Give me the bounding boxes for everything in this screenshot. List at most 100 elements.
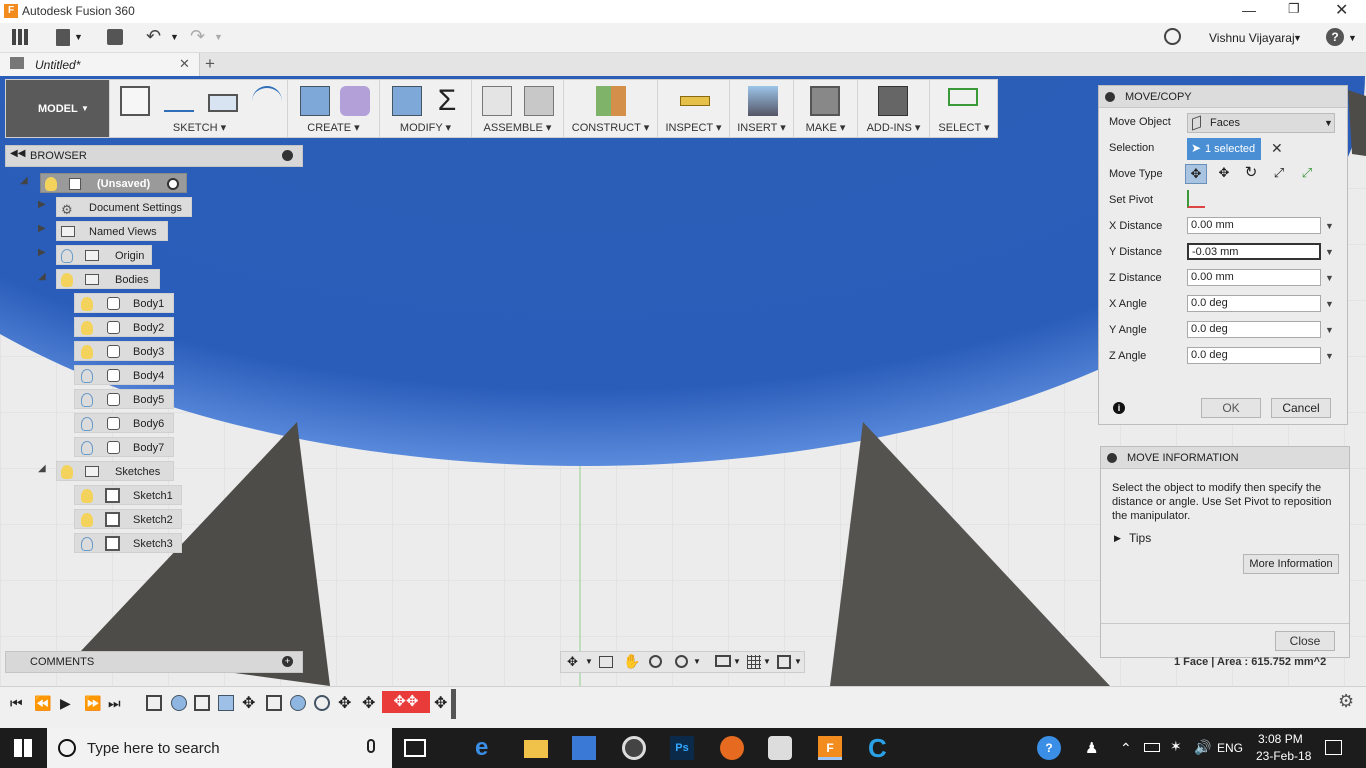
undo-icon[interactable]: ↶	[146, 26, 161, 47]
rectangle-tool-icon[interactable]	[208, 94, 238, 112]
point-to-position-move-type-icon[interactable]: ⤢	[1297, 164, 1317, 184]
go-to-end-icon[interactable]: ⏭	[108, 695, 121, 712]
z-distance-input[interactable]: 0.00 mm	[1187, 269, 1321, 286]
look-at-icon[interactable]	[599, 656, 613, 668]
document-settings-expand-icon[interactable]: ▶	[38, 199, 46, 210]
sketch-visibility-bulb-icon[interactable]	[81, 537, 93, 551]
tips-expand-icon[interactable]: ▶	[1114, 533, 1121, 544]
body-node[interactable]: Body5	[74, 389, 174, 409]
body-visibility-bulb-icon[interactable]	[81, 417, 93, 431]
modify-menu[interactable]: MODIFY ▾	[380, 121, 471, 134]
sketches-expand-icon[interactable]: ◢	[38, 463, 46, 474]
document-settings-node[interactable]: ⚙ Document Settings	[56, 197, 192, 217]
origin-visibility-bulb-icon[interactable]	[61, 249, 73, 263]
addins-menu[interactable]: ADD-INS ▾	[858, 121, 929, 134]
battery-tray-icon[interactable]	[1144, 743, 1160, 752]
body-visibility-bulb-icon[interactable]	[81, 393, 93, 407]
select-menu[interactable]: SELECT ▾	[930, 121, 998, 134]
body-visibility-bulb-icon[interactable]	[81, 369, 93, 383]
timeline-sketch-feature-icon[interactable]	[146, 695, 162, 711]
workspace-dropdown-icon[interactable]: ▼	[81, 104, 89, 113]
workspace-switcher[interactable]: MODEL ▼	[6, 80, 110, 137]
named-views-node[interactable]: Named Views	[56, 221, 168, 241]
extrude-icon[interactable]	[300, 86, 330, 116]
viewports-icon[interactable]	[777, 655, 791, 669]
move-object-select[interactable]: Faces ▼	[1187, 113, 1335, 133]
create-group[interactable]: CREATE ▾	[288, 80, 380, 137]
viewports-dropdown-icon[interactable]: ▼	[794, 657, 802, 666]
create-sketch-icon[interactable]	[120, 86, 150, 116]
comments-panel-header[interactable]: COMMENTS +	[5, 651, 303, 673]
move-copy-header[interactable]: MOVE/COPY	[1099, 86, 1347, 108]
camera-app-icon[interactable]	[622, 736, 646, 760]
free-move-type-icon[interactable]: ✥	[1185, 164, 1207, 184]
timeline-move-feature-error-icon[interactable]: ✥✥	[382, 691, 430, 713]
grid-settings-icon[interactable]	[747, 655, 761, 669]
user-name[interactable]: Vishnu Vijayaraj	[1209, 31, 1295, 45]
timeline-move-feature-icon[interactable]: ✥	[242, 693, 255, 713]
fit-dropdown-icon[interactable]: ▼	[693, 657, 701, 666]
root-expand-icon[interactable]: ◢	[20, 175, 28, 186]
undo-dropdown-icon[interactable]: ▼	[170, 32, 179, 42]
tips-label[interactable]: Tips	[1129, 531, 1151, 545]
timeline-extrude-feature-icon[interactable]	[218, 695, 234, 711]
addins-group[interactable]: ADD-INS ▾	[858, 80, 930, 137]
body-node[interactable]: Body7	[74, 437, 174, 457]
close-window-button[interactable]: ✕	[1335, 0, 1348, 20]
job-status-clock-icon[interactable]	[1164, 28, 1181, 45]
press-pull-icon[interactable]	[392, 86, 422, 116]
firefox-icon[interactable]	[720, 736, 744, 760]
sketches-visibility-bulb-icon[interactable]	[61, 465, 73, 479]
data-panel-grid-icon[interactable]	[12, 29, 28, 45]
body-node[interactable]: Body3	[74, 341, 174, 361]
sketch-visibility-bulb-icon[interactable]	[81, 513, 93, 527]
x-distance-input[interactable]: 0.00 mm	[1187, 217, 1321, 234]
file-dropdown-icon[interactable]: ▼	[74, 32, 83, 42]
file-menu-icon[interactable]	[56, 29, 70, 46]
bodies-visibility-bulb-icon[interactable]	[61, 273, 73, 287]
y-angle-input[interactable]: 0.0 deg	[1187, 321, 1321, 338]
form-icon[interactable]	[340, 86, 370, 116]
browser-collapse-button[interactable]	[282, 150, 293, 161]
insert-image-icon[interactable]	[748, 86, 778, 116]
modify-group[interactable]: Σ MODIFY ▾	[380, 80, 472, 137]
body-visibility-bulb-icon[interactable]	[81, 441, 93, 455]
make-group[interactable]: MAKE ▾	[794, 80, 858, 137]
windows-start-icon[interactable]	[14, 739, 32, 757]
cancel-button[interactable]: Cancel	[1271, 398, 1331, 418]
go-to-start-icon[interactable]: ⏮	[10, 695, 23, 712]
timeline-marker-icon[interactable]	[451, 689, 456, 719]
activate-radio-icon[interactable]	[167, 178, 179, 190]
body-node[interactable]: Body2	[74, 317, 174, 337]
x-distance-dropdown-icon[interactable]: ▼	[1325, 221, 1334, 231]
x-angle-dropdown-icon[interactable]: ▼	[1325, 299, 1334, 309]
body-visibility-bulb-icon[interactable]	[81, 321, 93, 335]
clock-time[interactable]: 3:08 PM	[1258, 732, 1303, 746]
assemble-group[interactable]: ASSEMBLE ▾	[472, 80, 564, 137]
x-angle-input[interactable]: 0.0 deg	[1187, 295, 1321, 312]
ccleaner-icon[interactable]: C	[868, 735, 892, 761]
new-component-icon[interactable]	[482, 86, 512, 116]
origin-expand-icon[interactable]: ▶	[38, 247, 46, 258]
help-dropdown-icon[interactable]: ▼	[1348, 33, 1357, 43]
collapse-browser-icon[interactable]: ◀◀	[10, 148, 25, 159]
sketch-visibility-bulb-icon[interactable]	[81, 489, 93, 503]
fit-icon[interactable]	[675, 655, 688, 668]
construct-group[interactable]: CONSTRUCT ▾	[564, 80, 658, 137]
orbit-icon[interactable]: ✥	[567, 654, 578, 670]
clock-date[interactable]: 23-Feb-18	[1256, 749, 1311, 763]
fusion360-taskbar-icon[interactable]: F	[818, 736, 842, 760]
inspect-group[interactable]: INSPECT ▾	[658, 80, 730, 137]
parameters-sigma-icon[interactable]: Σ	[432, 86, 462, 116]
rotate-move-type-icon[interactable]: ↻	[1241, 164, 1261, 184]
z-angle-dropdown-icon[interactable]: ▼	[1325, 351, 1334, 361]
offset-plane-icon[interactable]	[596, 86, 626, 116]
timeline-sphere-feature-icon[interactable]	[290, 695, 306, 711]
close-tab-icon[interactable]: ✕	[179, 56, 190, 72]
tab-untitled[interactable]: Untitled* ✕	[0, 53, 200, 76]
y-angle-dropdown-icon[interactable]: ▼	[1325, 325, 1334, 335]
origin-node[interactable]: Origin	[56, 245, 152, 265]
bodies-node[interactable]: Bodies	[56, 269, 160, 289]
help-tray-icon[interactable]: ?	[1037, 736, 1061, 760]
browser-panel-header[interactable]: ◀◀ BROWSER	[5, 145, 303, 167]
